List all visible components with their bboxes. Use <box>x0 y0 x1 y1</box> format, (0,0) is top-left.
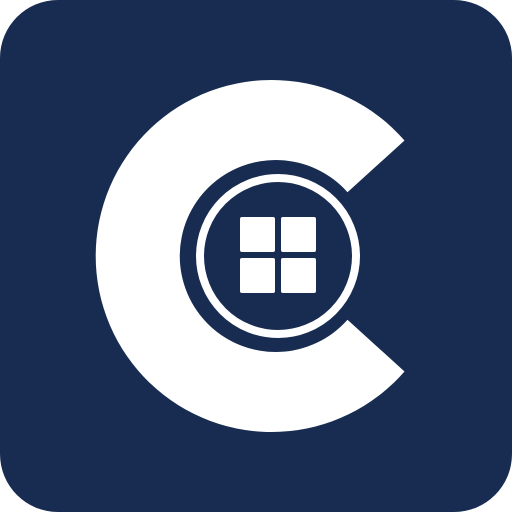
window-pane-bottom-right <box>281 258 316 293</box>
window-pane-top-right <box>281 217 316 252</box>
window-pane-bottom-left <box>240 258 275 293</box>
app-icon-svg <box>0 0 512 512</box>
window-pane-top-left <box>240 217 275 252</box>
icon-background-tile <box>0 0 512 512</box>
app-icon-tile <box>0 0 512 512</box>
